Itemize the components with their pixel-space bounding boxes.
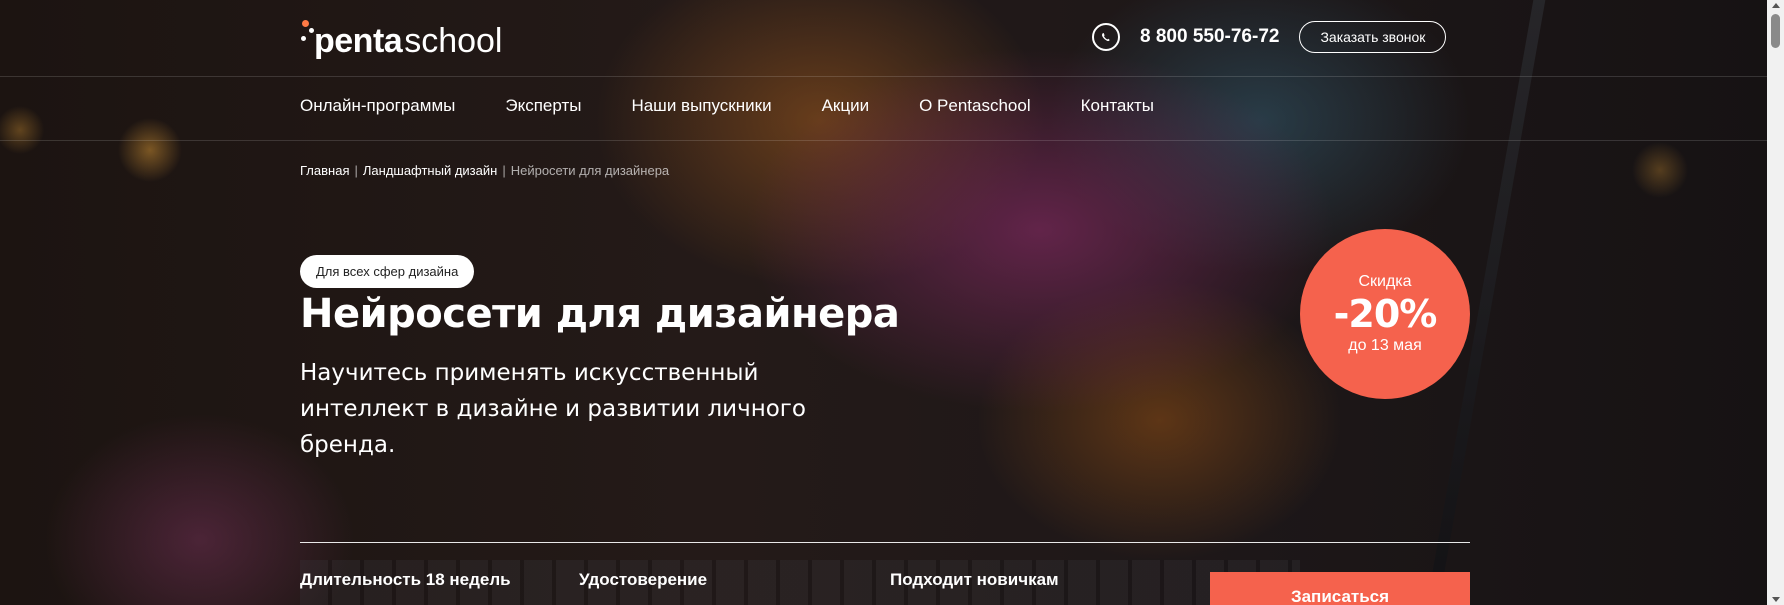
main-nav: Онлайн-программы Эксперты Наши выпускник… <box>0 77 1767 141</box>
feature-duration: Длительность 18 недель <box>300 570 511 589</box>
breadcrumb-separator: | <box>502 163 506 178</box>
discount-value: -20% <box>1333 292 1438 336</box>
divider <box>300 542 1470 543</box>
nav-item-promotions[interactable]: Акции <box>822 96 870 116</box>
breadcrumb-current: Нейросети для дизайнера <box>510 163 670 178</box>
breadcrumb-separator: | <box>354 163 358 178</box>
course-features: Длительность 18 недель Удостоверение Под… <box>300 570 1200 600</box>
scrollbar-thumb[interactable] <box>1771 14 1780 48</box>
category-tag: Для всех сфер дизайна <box>300 255 475 288</box>
nav-item-graduates[interactable]: Наши выпускники <box>631 96 771 116</box>
enroll-button[interactable]: Записаться <box>1210 572 1470 605</box>
contact-area: 8 800 550-76-72 Заказать звонок <box>1092 20 1447 54</box>
site-header: penta school 8 800 550-76-72 Заказать зв… <box>0 0 1767 77</box>
pentaschool-logo[interactable]: penta school <box>300 16 502 60</box>
discount-until: до 13 мая <box>1348 337 1422 354</box>
breadcrumb: Главная | Ландшафтный дизайн | Нейросети… <box>300 163 669 178</box>
whatsapp-icon[interactable] <box>1092 23 1120 51</box>
discount-label: Скидка <box>1358 273 1412 290</box>
logo-school-text: school <box>404 22 503 60</box>
feature-beginners: Подходит новичкам <box>890 570 1059 589</box>
scroll-down-icon[interactable] <box>1772 597 1780 602</box>
breadcrumb-landscape-design[interactable]: Ландшафтный дизайн <box>363 163 497 178</box>
scrollbar[interactable] <box>1767 0 1784 605</box>
nav-item-about[interactable]: О Pentaschool <box>919 96 1031 116</box>
scroll-up-icon[interactable] <box>1772 3 1780 8</box>
nav-item-experts[interactable]: Эксперты <box>505 96 581 116</box>
callback-button[interactable]: Заказать звонок <box>1299 21 1447 53</box>
discount-badge: Скидка -20% до 13 мая <box>1300 229 1470 399</box>
nav-item-online-programs[interactable]: Онлайн-программы <box>300 96 455 116</box>
hero-subtitle: Научитесь применять искусственный интелл… <box>300 360 806 458</box>
phone-number-link[interactable]: 8 800 550-76-72 <box>1140 26 1279 48</box>
feature-certificate: Удостоверение <box>579 570 708 589</box>
breadcrumb-home[interactable]: Главная <box>300 163 349 178</box>
logo-dots-icon <box>300 20 314 60</box>
page-title: Нейросети для дизайнера <box>300 291 900 337</box>
nav-item-contacts[interactable]: Контакты <box>1081 96 1154 116</box>
page: penta school 8 800 550-76-72 Заказать зв… <box>0 0 1784 605</box>
logo-penta-text: penta <box>314 22 403 60</box>
